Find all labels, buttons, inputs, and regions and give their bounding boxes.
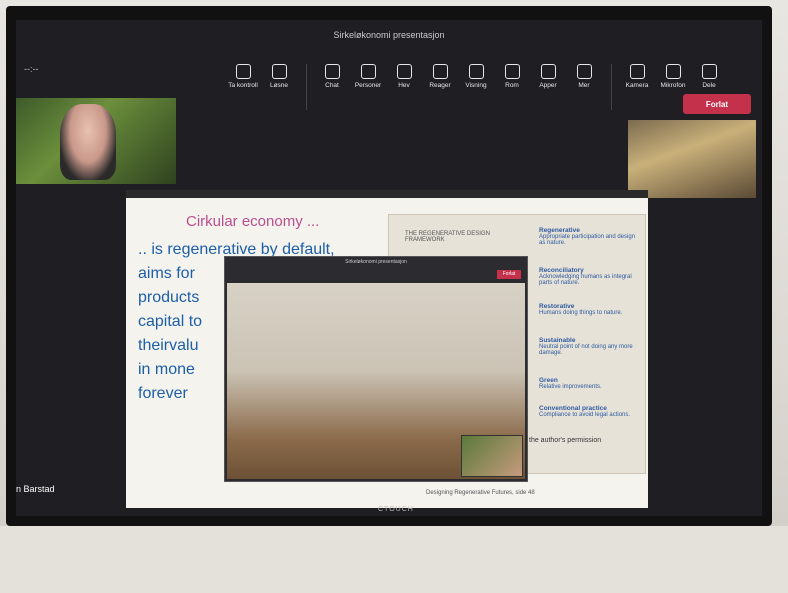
popout-button[interactable]: Løsne [262,64,296,110]
view-icon [468,64,484,79]
participant-name: n Barstad [16,484,55,494]
raise-hand-icon [396,64,412,79]
apps-button[interactable]: Apper [531,64,565,110]
mic-icon [665,64,681,79]
participant-video-left [16,98,176,184]
view-button[interactable]: Visning [459,64,493,110]
react-button[interactable]: Reager [423,64,457,110]
chat-icon [324,64,340,79]
apps-icon [540,64,556,79]
inner-self-view [461,435,523,477]
take-control-button[interactable]: Ta kontroll [226,64,260,110]
camera-button[interactable]: Kamera [611,64,654,110]
more-icon [576,64,592,79]
leave-button[interactable]: Forlat [683,94,751,114]
inner-meeting-window: Sirkeløkonomi presentasjon Forlat [224,256,528,482]
level-conventional: Conventional practice Compliance to avoid… [539,405,631,418]
popout-icon [271,64,287,79]
participant-face [60,104,116,180]
level-sustainable: Sustainable Neutral point of not doing an… [539,337,633,356]
tv-brand-logo: CTOUCH [378,506,414,513]
diagram-footer: the author's permission [529,437,602,444]
shelf [0,526,788,593]
slide-heading: Cirkular economy ... [186,213,320,230]
more-button[interactable]: Mer [567,64,601,110]
leave-label: Forlat [705,99,729,109]
meeting-room-video [227,283,525,479]
meeting-timer: --:-- [24,64,39,74]
chat-button[interactable]: Chat [306,64,349,110]
meeting-toolbar: Ta kontroll Løsne Chat Personer Hev Reag… [226,64,726,110]
level-reconciliatory: Reconciliatory Acknowledging humans as in… [539,267,632,286]
level-restorative: Restorative Humans doing things to nature… [539,303,623,316]
window-title: Sirkeløkonomi presentasjon [16,20,762,50]
room-video-right [628,120,756,198]
rooms-button[interactable]: Rom [495,64,529,110]
inner-leave-button[interactable]: Forlat [497,270,521,279]
camera-icon [629,64,645,79]
people-icon [360,64,376,79]
shared-slide: Cirkular economy ... .. is regenerative … [126,190,648,508]
people-button[interactable]: Personer [351,64,385,110]
level-regenerative: Regenerative Appropriate participation an… [539,227,636,246]
shared-window-bar [126,190,648,198]
level-green: Green Relative improvements. [539,377,602,390]
raise-hand-button[interactable]: Hev [387,64,421,110]
slide-source: Designing Regenerative Futures, side 48 [426,490,535,496]
inner-window-title: Sirkeløkonomi presentasjon [345,259,407,265]
teams-screen: Sirkeløkonomi presentasjon --:-- Ta kont… [16,20,762,516]
tv-frame: Sirkeløkonomi presentasjon --:-- Ta kont… [6,6,772,526]
rooms-icon [504,64,520,79]
take-control-icon [235,64,251,79]
react-icon [432,64,448,79]
share-icon [701,64,717,79]
diagram-title: THE REGENERATIVE DESIGN FRAMEWORK [405,231,490,243]
